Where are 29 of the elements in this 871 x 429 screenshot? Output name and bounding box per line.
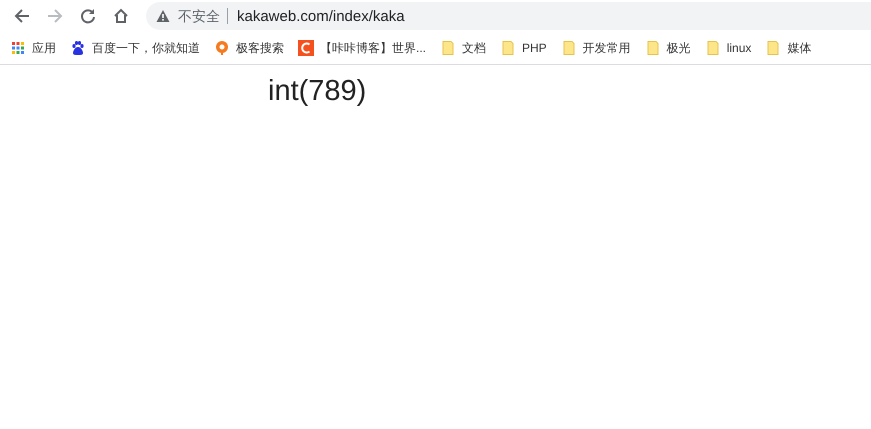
folder-icon [704, 40, 721, 56]
reload-icon [79, 7, 97, 25]
address-bar[interactable]: 不安全 kakaweb.com/index/kaka [146, 2, 871, 30]
bookmark-item[interactable]: 百度一下，你就知道 [68, 35, 204, 61]
bookmark-item[interactable]: 应用 [8, 35, 60, 61]
bookmark-item[interactable]: 开发常用 [558, 35, 635, 61]
paw-icon [70, 40, 86, 56]
bookmark-item[interactable]: 媒体 [763, 35, 816, 61]
folder-icon [440, 40, 456, 56]
forward-arrow-icon [46, 7, 64, 25]
apps-grid-icon [10, 40, 26, 56]
bookmark-item[interactable]: 【咔咔博客】世界... [296, 35, 430, 61]
url-text: kakaweb.com/index/kaka [237, 8, 405, 24]
security-label: 不安全 [178, 8, 228, 24]
output-text: int(789) [267, 74, 368, 108]
folder-icon [765, 40, 782, 56]
bookmark-item[interactable]: linux [702, 35, 756, 61]
back-arrow-icon [13, 7, 31, 25]
c-logo-icon [298, 40, 314, 56]
home-icon [112, 7, 130, 25]
bookmark-item[interactable]: PHP [498, 35, 551, 61]
folder-icon [500, 40, 516, 56]
map-pin-icon [214, 40, 230, 56]
bookmark-item[interactable]: 极客搜索 [212, 35, 288, 61]
folder-icon [560, 40, 577, 56]
warning-icon [156, 9, 170, 23]
bookmark-item[interactable]: 极光 [642, 35, 695, 61]
folder-icon [644, 40, 661, 56]
bookmark-item[interactable]: 文档 [438, 35, 490, 61]
